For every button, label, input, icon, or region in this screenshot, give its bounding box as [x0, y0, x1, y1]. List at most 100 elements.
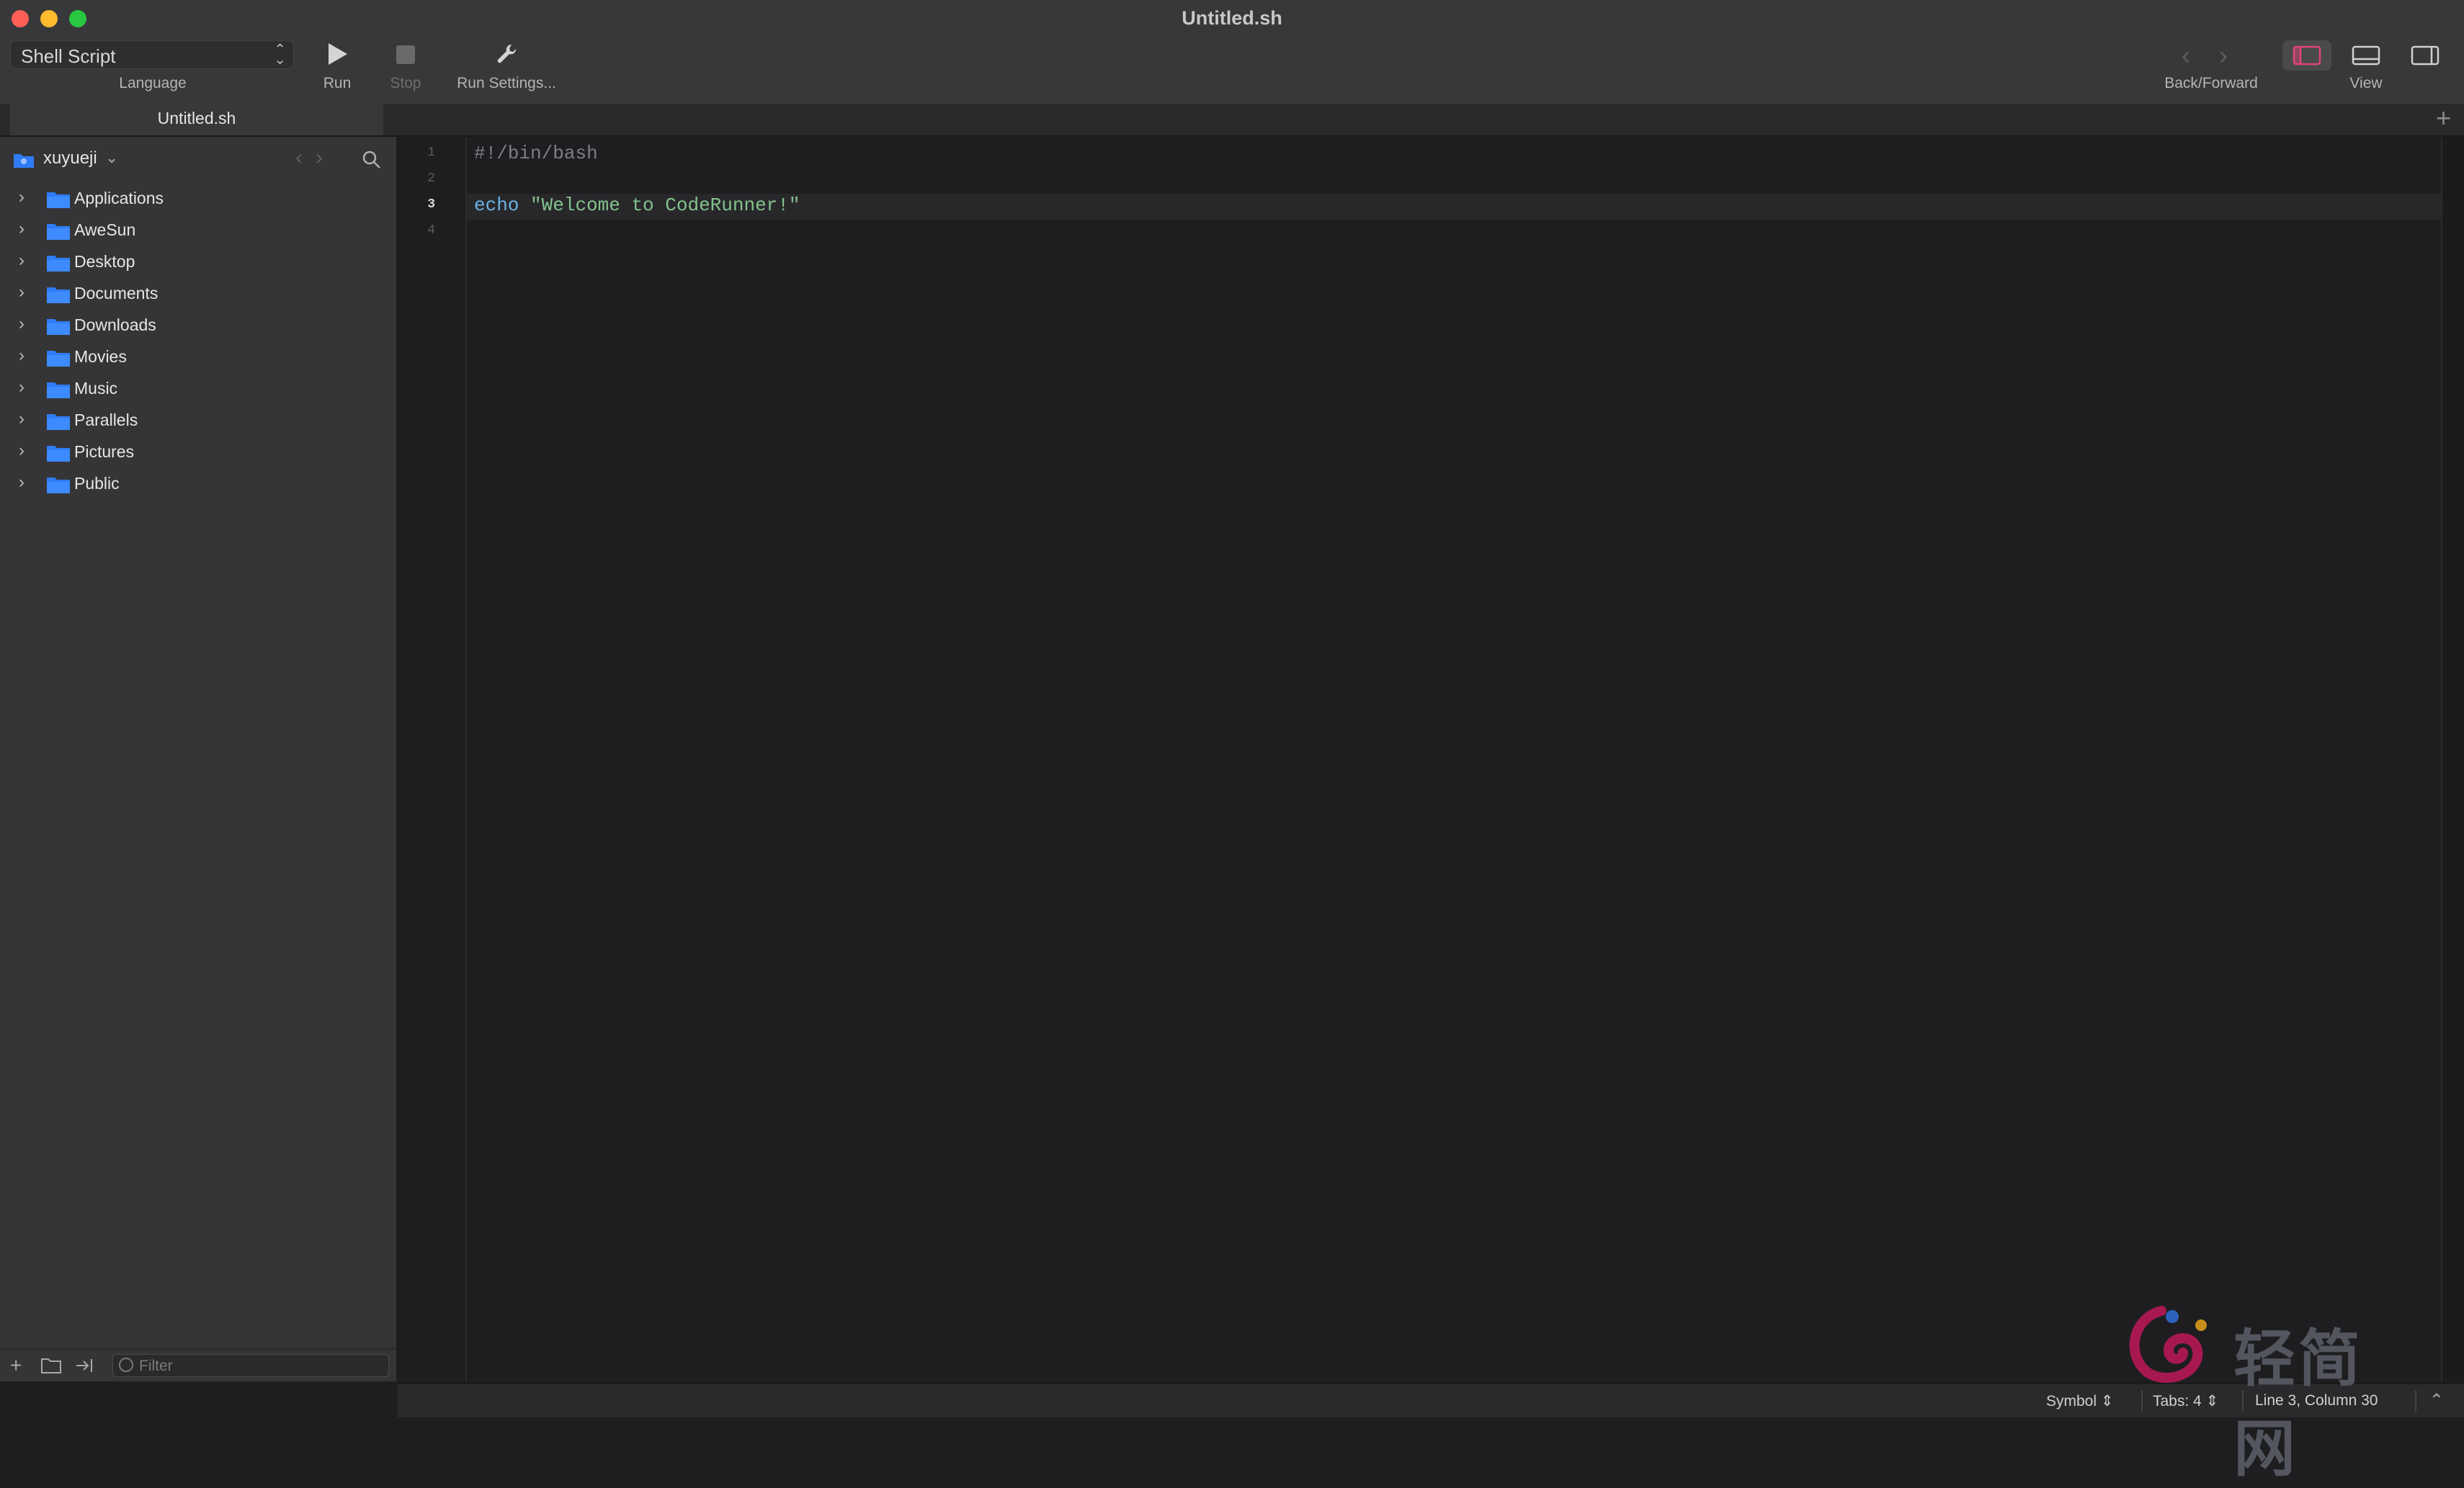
filter-input[interactable]	[138, 1357, 378, 1376]
reveal-in-sidebar-icon[interactable]	[73, 1357, 95, 1374]
left-panel-icon	[2293, 45, 2321, 66]
tree-item-desktop[interactable]: › Desktop	[0, 246, 396, 278]
symbol-menu[interactable]: Symbol ⇕	[2046, 1392, 2113, 1410]
tree-item-applications[interactable]: › Applications	[0, 183, 396, 215]
tree-item-pictures[interactable]: › Pictures	[0, 436, 396, 468]
tree-item-label: Desktop	[74, 252, 135, 271]
right-panel-icon	[2411, 45, 2440, 66]
folder-icon	[47, 351, 70, 367]
tree-item-public[interactable]: › Public	[0, 468, 396, 500]
language-label: Language	[119, 75, 187, 91]
tab-bar: Untitled.sh +	[0, 104, 2464, 137]
folder-tree: › Applications › AweSun › Desktop › Docu…	[0, 183, 396, 500]
chevron-down-icon[interactable]: ⌄	[105, 148, 118, 167]
line-number: 4	[427, 223, 435, 238]
search-icon[interactable]	[362, 150, 382, 170]
add-file-icon[interactable]: +	[10, 1354, 22, 1377]
toggle-bottom-panel-button[interactable]	[2342, 40, 2391, 71]
folder-icon	[47, 414, 70, 430]
wrench-icon[interactable]	[494, 42, 519, 66]
code-string: "Welcome to CodeRunner!"	[530, 194, 800, 216]
tree-item-label: Music	[74, 379, 118, 398]
sidebar-header: xuyueji ⌄ ‹›	[0, 137, 396, 180]
toggle-left-sidebar-button[interactable]	[2282, 40, 2331, 71]
stop-button-label[interactable]: Stop	[383, 75, 428, 92]
bottom-panel-icon	[2352, 45, 2380, 66]
line-number-current: 3	[427, 197, 435, 212]
watermark-logo: 轻简网	[2111, 1304, 2414, 1485]
disclosure-chevron-icon[interactable]: ›	[19, 377, 24, 398]
tree-item-label: Downloads	[74, 315, 156, 334]
back-forward-label: Back/Forward	[2164, 75, 2258, 91]
toggle-right-sidebar-button[interactable]	[2401, 40, 2450, 71]
window-toolbar: Untitled.sh Shell Script ⌃ ⌄ Language Run…	[0, 0, 2464, 105]
vertical-scrollbar[interactable]	[2441, 137, 2464, 1381]
sidebar-nav-arrows[interactable]: ‹›	[295, 145, 336, 170]
tree-item-documents[interactable]: › Documents	[0, 278, 396, 310]
folder-icon	[47, 287, 70, 303]
disclosure-chevron-icon[interactable]: ›	[19, 409, 24, 429]
tab-untitled-sh[interactable]: Untitled.sh	[10, 104, 383, 135]
forward-arrow-icon[interactable]: ›	[2219, 40, 2228, 71]
symbol-label: Symbol	[2046, 1393, 2097, 1409]
disclosure-chevron-icon[interactable]: ›	[19, 314, 24, 334]
disclosure-chevron-icon[interactable]: ›	[19, 282, 24, 302]
divider	[2141, 1390, 2143, 1412]
disclosure-chevron-icon[interactable]: ›	[19, 219, 24, 239]
home-folder-icon	[14, 154, 34, 168]
code-comment: #!/bin/bash	[474, 143, 598, 164]
back-arrow-icon[interactable]: ‹	[2182, 40, 2190, 71]
run-button-label[interactable]: Run	[314, 75, 360, 92]
file-browser-sidebar: xuyueji ⌄ ‹› › Applications › AweSun › D…	[0, 137, 398, 1381]
tree-item-movies[interactable]: › Movies	[0, 341, 396, 373]
divider	[2415, 1390, 2416, 1412]
filter-field[interactable]	[112, 1354, 389, 1377]
disclosure-chevron-icon[interactable]: ›	[19, 346, 24, 366]
tree-item-label: Parallels	[74, 411, 138, 429]
tabs-label: Tabs: 4	[2153, 1393, 2202, 1409]
tree-item-label: Movies	[74, 347, 127, 366]
tree-item-music[interactable]: › Music	[0, 373, 396, 405]
line-number: 1	[427, 145, 435, 160]
disclosure-chevron-icon[interactable]: ›	[19, 251, 24, 271]
view-label: View	[2349, 75, 2383, 91]
updown-chevron-icon: ⌃ ⌄	[274, 42, 286, 68]
stop-icon[interactable]	[396, 45, 415, 64]
sidebar-footer: +	[0, 1348, 396, 1381]
run-settings-button-label[interactable]: Run Settings...	[447, 75, 566, 92]
folder-icon	[47, 256, 70, 272]
tree-item-label: Documents	[74, 284, 159, 302]
root-folder-name[interactable]: xuyueji	[43, 148, 97, 169]
disclosure-chevron-icon[interactable]: ›	[19, 441, 24, 461]
plus-icon[interactable]: +	[2436, 105, 2451, 131]
code-line-3: echo "Welcome to CodeRunner!"	[474, 192, 800, 218]
line-number-gutter: 1 2 3 4	[398, 137, 467, 1381]
language-select[interactable]: Shell Script ⌃ ⌄	[10, 40, 294, 69]
chevron-up-icon[interactable]: ⌃	[2429, 1390, 2444, 1411]
folder-icon	[47, 478, 70, 493]
watermark-swirl-icon	[2129, 1306, 2207, 1384]
tree-item-label: Public	[74, 474, 120, 493]
tree-item-label: Applications	[74, 189, 164, 207]
filter-icon	[119, 1358, 133, 1372]
code-keyword: echo	[474, 194, 519, 216]
tree-item-parallels[interactable]: › Parallels	[0, 405, 396, 436]
tabs-setting-menu[interactable]: Tabs: 4 ⇕	[2153, 1392, 2218, 1410]
window-title: Untitled.sh	[1182, 7, 1282, 29]
watermark-text: 轻简网	[2233, 1322, 2363, 1485]
folder-icon	[47, 319, 70, 335]
folder-icon	[47, 192, 70, 208]
disclosure-chevron-icon[interactable]: ›	[19, 472, 24, 493]
line-number: 2	[427, 171, 435, 186]
folder-icon	[47, 446, 70, 462]
play-icon[interactable]	[329, 43, 347, 65]
folder-icon	[47, 382, 70, 398]
tree-item-downloads[interactable]: › Downloads	[0, 310, 396, 341]
new-folder-icon[interactable]	[40, 1357, 62, 1374]
tree-item-label: AweSun	[74, 220, 136, 239]
code-editor[interactable]: 1 2 3 4 #!/bin/bash echo "Welcome to Cod…	[398, 137, 2464, 1381]
tree-item-label: Pictures	[74, 442, 135, 461]
disclosure-chevron-icon[interactable]: ›	[19, 187, 24, 207]
tree-item-awesun[interactable]: › AweSun	[0, 215, 396, 246]
